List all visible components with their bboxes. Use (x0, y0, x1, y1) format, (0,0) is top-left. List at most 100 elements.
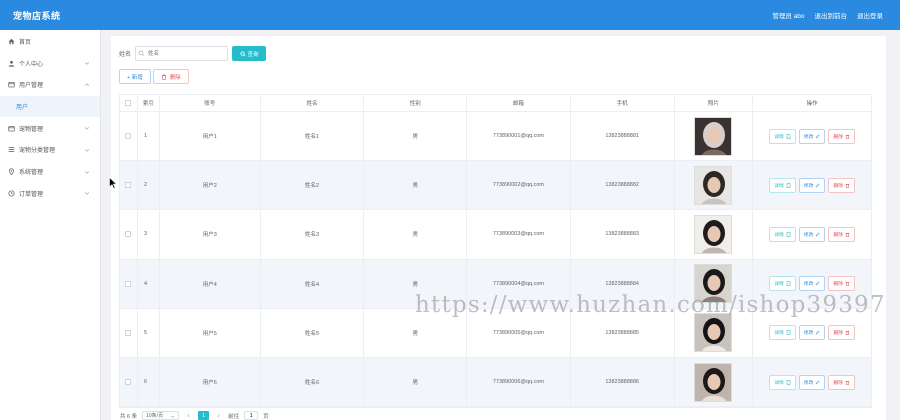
cell-email: 773890002@qq.com (467, 161, 571, 210)
delete-button[interactable]: 删除 (828, 226, 856, 242)
cell-index: 2 (138, 161, 160, 210)
users-table: 索引 账号 姓名 性别 邮箱 手机 照片 操作 1 用户1 姓名1 男 77389000… (119, 94, 872, 409)
search-button[interactable]: 查询 (232, 46, 267, 61)
add-button[interactable]: + 新增 (119, 69, 151, 84)
add-button-label: + 新增 (127, 74, 143, 81)
name-search-input[interactable] (135, 46, 229, 61)
cell-photo (675, 210, 754, 259)
row-checkbox[interactable] (125, 133, 132, 140)
cell-phone: 13823888886 (571, 357, 675, 407)
top-right-links: 管理员 abo 退出到前台 退出登录 (772, 10, 883, 20)
sidebar-item-profile[interactable]: 个人中心 (0, 52, 100, 74)
cell-account: 用户6 (160, 357, 261, 407)
portrait-image (695, 314, 732, 352)
delete-button[interactable]: 删除 (828, 177, 856, 193)
row-checkbox[interactable] (125, 280, 132, 287)
select-all-checkbox[interactable] (125, 100, 132, 106)
header-index: 索引 (138, 95, 160, 111)
portrait-image (695, 166, 732, 204)
chevron-down-icon (84, 127, 90, 130)
detail-button[interactable]: 详情 (769, 276, 796, 292)
row-checkbox[interactable] (125, 329, 132, 336)
goto-prefix: 前往 (228, 413, 240, 420)
edit-button[interactable]: 修改 (798, 374, 826, 390)
delete-button[interactable]: 删除 (828, 128, 856, 144)
folder-icon (8, 81, 15, 88)
cell-gender: 男 (364, 112, 468, 161)
cell-account: 用户2 (160, 161, 261, 210)
sidebar-item-label: 用户 (16, 104, 29, 111)
front-site-link[interactable]: 退出到前台 (815, 10, 848, 20)
batch-delete-button[interactable]: 删除 (152, 69, 189, 84)
sidebar-item-users[interactable]: 用户 (0, 95, 100, 118)
edit-label: 修改 (803, 183, 814, 189)
row-select-cell (120, 112, 138, 161)
detail-button[interactable]: 详情 (769, 226, 796, 242)
detail-button[interactable]: 详情 (769, 177, 796, 193)
search-button-label: 查询 (247, 51, 259, 58)
goto-page-input[interactable] (244, 411, 259, 420)
detail-label: 详情 (774, 282, 784, 288)
pencil-icon (816, 330, 821, 335)
next-page-button[interactable] (214, 411, 223, 420)
edit-button[interactable]: 修改 (798, 177, 826, 193)
row-checkbox[interactable] (125, 231, 132, 238)
cell-index: 3 (138, 210, 160, 259)
row-select-cell (120, 308, 138, 357)
edit-button[interactable]: 修改 (798, 226, 826, 242)
edit-button[interactable]: 修改 (798, 325, 826, 341)
sidebar-item-system[interactable]: 系统管理 (0, 161, 100, 183)
cell-index: 4 (138, 259, 160, 308)
detail-button[interactable]: 详情 (769, 374, 796, 390)
cell-photo (675, 308, 754, 357)
delete-label: 删除 (833, 232, 844, 238)
sidebar-item-user-management[interactable]: 用户管理 (0, 74, 100, 96)
logout-link[interactable]: 退出登录 (857, 10, 883, 20)
user-photo (694, 313, 733, 353)
edit-button[interactable]: 修改 (798, 276, 826, 292)
table-row: 4 用户4 姓名4 男 773890004@qq.com 13823888884 详情 修改 删… (120, 259, 871, 309)
cell-gender: 男 (364, 161, 468, 210)
table-header: 索引 账号 姓名 性别 邮箱 手机 照片 操作 (120, 95, 871, 112)
delete-button[interactable]: 删除 (828, 276, 856, 292)
delete-button[interactable]: 删除 (828, 325, 856, 341)
cell-email: 773890005@qq.com (467, 308, 571, 357)
sidebar-item-home[interactable]: 首页 (0, 31, 100, 53)
row-action-group: 详情 修改 删除 (769, 276, 856, 292)
user-icon (8, 60, 15, 67)
cell-index: 6 (138, 357, 160, 407)
header-select-all (120, 95, 138, 111)
pencil-icon (816, 133, 821, 138)
cell-index: 1 (138, 112, 160, 161)
search-icon (239, 50, 246, 57)
row-checkbox[interactable] (125, 182, 132, 189)
cell-name: 姓名5 (261, 308, 365, 357)
edit-label: 修改 (803, 282, 814, 288)
sidebar-item-label: 个人中心 (19, 61, 44, 68)
cell-phone: 13823888881 (571, 112, 675, 161)
delete-label: 删除 (833, 282, 844, 288)
cell-name: 姓名3 (261, 210, 365, 259)
sidebar-item-pet-category[interactable]: 宠物分类管理 (0, 139, 100, 161)
row-action-group: 详情 修改 删除 (769, 177, 856, 193)
search-label: 姓名 (119, 52, 132, 58)
page-number-current[interactable]: 1 (198, 411, 210, 420)
edit-button[interactable]: 修改 (798, 128, 826, 144)
delete-button[interactable]: 删除 (828, 374, 856, 390)
prev-page-button[interactable] (184, 411, 193, 420)
page-size-select[interactable]: 10条/页 (142, 411, 180, 420)
row-action-group: 详情 修改 删除 (769, 325, 856, 341)
trash-icon (161, 73, 166, 80)
home-icon (8, 38, 15, 45)
row-checkbox[interactable] (125, 379, 132, 386)
detail-button[interactable]: 详情 (769, 128, 796, 144)
table-row: 5 用户5 姓名5 男 773890005@qq.com 13823888885 详情 修改 删… (120, 308, 871, 358)
cell-name: 姓名4 (261, 259, 365, 308)
detail-button[interactable]: 详情 (769, 325, 796, 341)
sidebar-item-label: 订单管理 (19, 191, 44, 198)
sidebar-item-orders[interactable]: 订单管理 (0, 182, 100, 204)
cell-phone: 13823888883 (571, 210, 675, 259)
sidebar-item-pet-management[interactable]: 宠物管理 (0, 117, 100, 139)
trash-icon (845, 331, 850, 336)
detail-label: 详情 (774, 232, 784, 238)
